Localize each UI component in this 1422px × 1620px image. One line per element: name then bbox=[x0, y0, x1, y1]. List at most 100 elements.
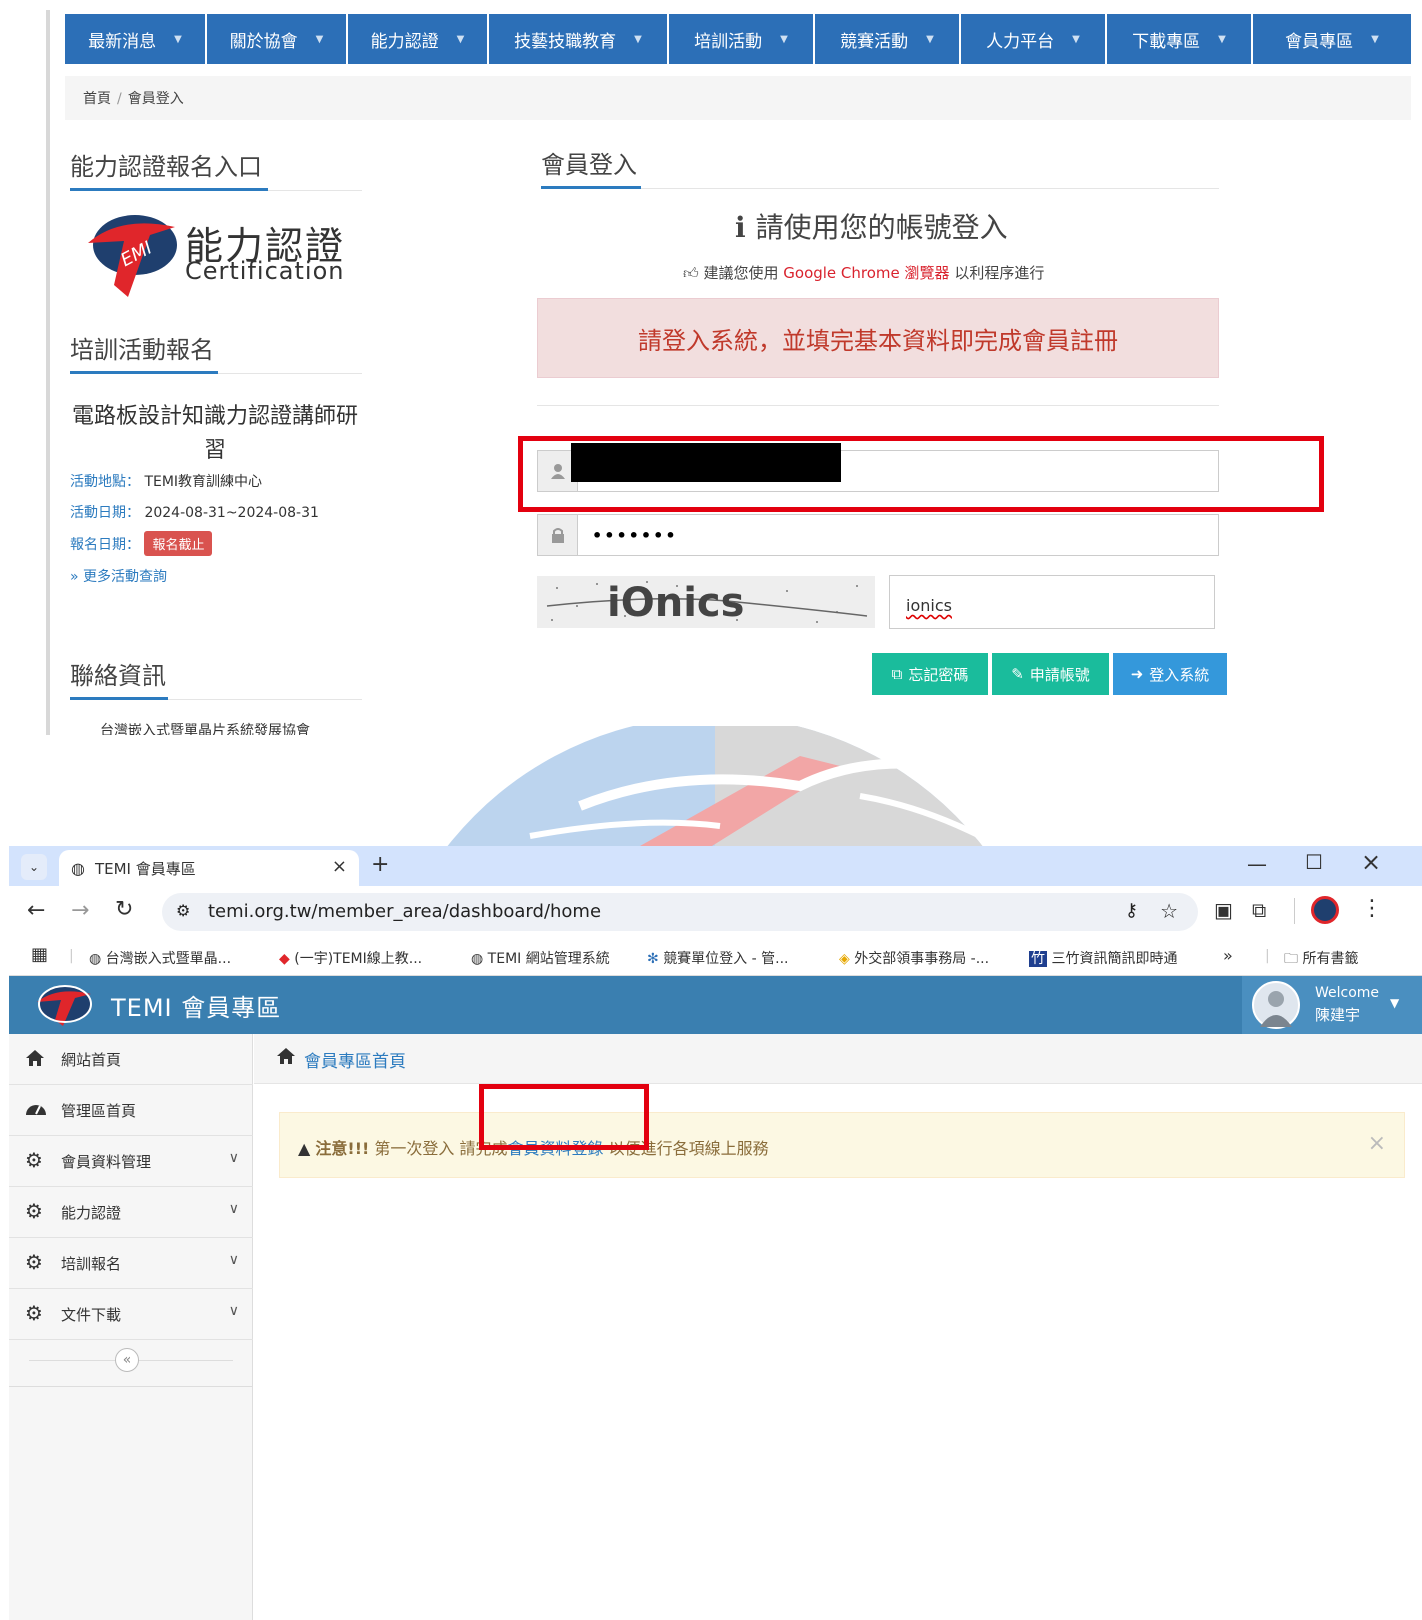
tab-active[interactable]: ◍ TEMI 會員專區 × bbox=[59, 850, 359, 886]
password-field[interactable] bbox=[537, 514, 1219, 556]
key-icon[interactable]: ⚷ bbox=[1125, 900, 1138, 921]
highlight-box bbox=[479, 1084, 649, 1150]
extension-line-icon[interactable]: ▣ bbox=[1214, 898, 1233, 922]
avatar bbox=[1252, 981, 1300, 1029]
back-icon[interactable]: ← bbox=[27, 898, 45, 923]
bookmark-item[interactable]: ◍ 台灣嵌入式暨單晶... bbox=[89, 948, 231, 968]
sign-in-icon: ➜ bbox=[1130, 665, 1144, 683]
globe-illustration bbox=[380, 726, 1050, 846]
tab-strip: ⌄ ◍ TEMI 會員專區 × + — ☐ × bbox=[9, 846, 1422, 886]
edit-icon: ✎ bbox=[1011, 665, 1024, 683]
collapse-sidebar-button[interactable]: « bbox=[115, 1348, 139, 1372]
dashboard-icon bbox=[25, 1099, 47, 1121]
puzzle-icon[interactable]: ⧉ bbox=[1252, 898, 1266, 922]
tab-search-icon[interactable]: ⌄ bbox=[21, 854, 47, 880]
temi-logo-icon[interactable] bbox=[33, 982, 93, 1028]
divider bbox=[541, 188, 1219, 189]
new-tab-button[interactable]: + bbox=[371, 852, 389, 877]
title-underline bbox=[70, 188, 268, 191]
certification-logo[interactable]: EMI 能力認證 Certification bbox=[80, 205, 360, 300]
menu-icon[interactable]: ⋮ bbox=[1361, 896, 1383, 921]
title-underline bbox=[541, 186, 641, 189]
divider bbox=[1294, 898, 1295, 924]
sidebar-item-training[interactable]: ⚙ 培訓報名 ∨ bbox=[9, 1238, 253, 1289]
event-date: 活動日期： 2024-08-31~2024-08-31 bbox=[70, 505, 319, 521]
all-bookmarks[interactable]: 🗀︎ 所有書籤 bbox=[1284, 948, 1358, 972]
browser-tip: 👍︎ 建議您使用 Google Chrome 瀏覽器 以利程序進行 bbox=[683, 264, 1045, 282]
forgot-password-button[interactable]: ⧉ 忘記密碼 bbox=[872, 653, 988, 695]
caret-down-icon: ▼ bbox=[174, 33, 182, 45]
caret-down-icon: ▼ bbox=[1390, 996, 1400, 1010]
username-label: 陳建宇 bbox=[1315, 1006, 1361, 1024]
event-title[interactable]: 電路板設計知識力認證講師研習 bbox=[70, 400, 360, 468]
divider bbox=[537, 405, 1219, 406]
star-icon[interactable]: ☆ bbox=[1160, 899, 1178, 923]
nav-item-vocational[interactable]: 技藝技職教育 ▼ bbox=[489, 14, 669, 64]
address-bar[interactable]: ⚙ temi.org.tw/member_area/dashboard/home… bbox=[162, 893, 1198, 931]
sidebar-item-certification[interactable]: ⚙ 能力認證 ∨ bbox=[9, 1187, 253, 1238]
caret-down-icon: ▼ bbox=[315, 33, 324, 45]
globe-icon: ◍ bbox=[89, 951, 102, 967]
info-icon: i bbox=[735, 211, 746, 244]
bookmark-item[interactable]: ✻ 競賽單位登入 - 管... bbox=[647, 948, 789, 968]
password-input[interactable] bbox=[578, 515, 1218, 555]
gear-icon: ⚙ bbox=[25, 1301, 43, 1325]
login-button[interactable]: ➜ 登入系統 bbox=[1113, 653, 1227, 695]
welcome-label: Welcome bbox=[1315, 985, 1380, 1001]
caret-down-icon: ▼ bbox=[1218, 33, 1226, 45]
sidebar-item-member-data[interactable]: ⚙ 會員資料管理 ∨ bbox=[9, 1136, 253, 1187]
caret-down-icon: ▼ bbox=[1072, 33, 1080, 45]
nav-item-competition[interactable]: 競賽活動 ▼ bbox=[815, 14, 961, 64]
maximize-icon[interactable]: ☐ bbox=[1305, 850, 1323, 874]
captcha-input[interactable]: ionics bbox=[889, 575, 1215, 629]
register-alert: 請登入系統，並填完基本資料即完成會員註冊 bbox=[537, 298, 1219, 378]
sidebar-item-home[interactable]: 網站首頁 bbox=[9, 1034, 253, 1085]
home-icon bbox=[276, 1046, 296, 1071]
close-tab-icon[interactable]: × bbox=[332, 856, 347, 877]
content-breadcrumb: 會員專區首頁 bbox=[254, 1034, 1422, 1084]
sidebar-item-dashboard[interactable]: 管理區首頁 bbox=[9, 1085, 253, 1136]
captcha-image: iOnics bbox=[537, 576, 875, 628]
sidebar: 網站首頁 管理區首頁 ⚙ 會員資料管理 ∨ ⚙ 能力認證 ∨ ⚙ 培訓報名 ∨ … bbox=[9, 1034, 253, 1620]
profile-avatar[interactable] bbox=[1311, 896, 1339, 924]
chevron-down-icon: ∨ bbox=[228, 1201, 239, 1217]
app-header: TEMI 會員專區 Welcome 陳建宇 ▼ bbox=[9, 976, 1422, 1034]
nav-item-talent[interactable]: 人力平台 ▼ bbox=[961, 14, 1107, 64]
bookmark-item[interactable]: ◍ TEMI 網站管理系統 bbox=[471, 948, 610, 968]
org-name: 台灣嵌入式暨單晶片系統發展協會 bbox=[100, 723, 310, 735]
minimize-icon[interactable]: — bbox=[1247, 852, 1267, 876]
nav-item-download[interactable]: 下載專區 ▼ bbox=[1107, 14, 1253, 64]
bookmark-item[interactable]: ◈ 外交部領事事務局 -... bbox=[839, 948, 989, 968]
more-events-link[interactable]: » 更多活動查詢 bbox=[70, 566, 167, 586]
chevron-down-icon: ∨ bbox=[228, 1252, 239, 1268]
user-menu[interactable]: Welcome 陳建宇 ▼ bbox=[1242, 976, 1422, 1034]
apps-icon[interactable]: ▦ bbox=[31, 944, 48, 965]
more-bookmarks-icon[interactable]: » bbox=[1223, 946, 1233, 965]
breadcrumb-home[interactable]: 首頁 bbox=[83, 91, 111, 107]
site-info-icon[interactable]: ⚙ bbox=[176, 901, 190, 920]
apply-account-button[interactable]: ✎ 申請帳號 bbox=[992, 653, 1109, 695]
nav-item-about[interactable]: 關於協會 ▼ bbox=[207, 14, 348, 64]
reload-icon[interactable]: ↻ bbox=[115, 897, 133, 922]
sidebar-item-documents[interactable]: ⚙ 文件下載 ∨ bbox=[9, 1289, 253, 1340]
close-icon[interactable]: × bbox=[1368, 1131, 1386, 1156]
close-window-icon[interactable]: × bbox=[1361, 848, 1381, 876]
bookmark-item[interactable]: 竹 三竹資訊簡訊即時通 bbox=[1029, 948, 1177, 968]
nav-item-member[interactable]: 會員專區 ▼ bbox=[1253, 14, 1411, 64]
forward-icon[interactable]: → bbox=[71, 898, 89, 923]
status-badge: 報名截止 bbox=[144, 531, 213, 556]
caret-down-icon: ▼ bbox=[926, 33, 934, 45]
bookmark-item[interactable]: ◆ (一宇)TEMI線上教... bbox=[279, 948, 422, 968]
breadcrumb: 首頁 / 會員登入 bbox=[65, 76, 1411, 120]
training-signup-title: 培訓活動報名 bbox=[70, 336, 214, 364]
login-page-screenshot: 最新消息 ▼ 關於協會 ▼ 能力認證 ▼ 技藝技職教育 ▼ 培訓活動 ▼ 競賽活動 ▼ 人力… bbox=[0, 0, 1422, 735]
captcha-text: iOnics bbox=[607, 580, 744, 626]
gear-icon: ⚙ bbox=[25, 1199, 43, 1223]
nav-item-news[interactable]: 最新消息 ▼ bbox=[65, 14, 207, 64]
nav-item-certification[interactable]: 能力認證 ▼ bbox=[348, 14, 489, 64]
highlight-box bbox=[518, 436, 1324, 512]
browser-window: ⌄ ◍ TEMI 會員專區 × + — ☐ × ← → ↻ ⚙ temi.org… bbox=[9, 846, 1422, 1620]
divider bbox=[9, 1386, 253, 1387]
page-title[interactable]: 會員專區首頁 bbox=[304, 1052, 406, 1072]
nav-item-training[interactable]: 培訓活動 ▼ bbox=[669, 14, 815, 64]
